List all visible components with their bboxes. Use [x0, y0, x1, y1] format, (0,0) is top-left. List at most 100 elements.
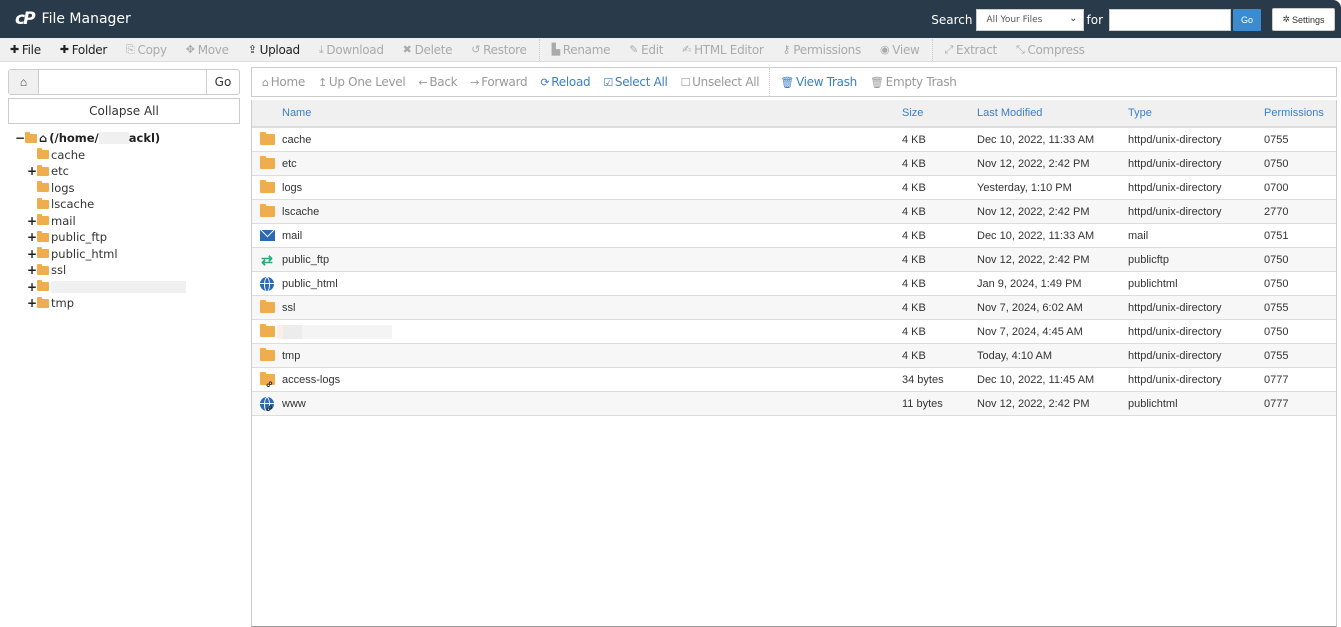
table-row[interactable]: ∞ www 11 bytes Nov 12, 2022, 2:42 PM publich… — [252, 391, 1336, 416]
toolbar-html-editor-button[interactable]: ✍ HTML Editor — [682, 43, 764, 57]
toolbar-button-label: Delete — [414, 42, 453, 57]
file-last-modified: Dec 10, 2022, 11:33 AM — [977, 223, 1128, 248]
toolbar-download-button[interactable]: ⤓ Download — [319, 43, 384, 57]
home-icon: ⌂ — [39, 131, 48, 146]
file-name[interactable]: tmp — [282, 343, 902, 368]
nav-home-button[interactable]: ⌂ Home — [262, 75, 305, 89]
path-input[interactable] — [39, 70, 206, 94]
directory-tree-pane: ⌂ Go Collapse All − ⌂ (/home/ ackl) cach… — [0, 62, 250, 627]
file-name[interactable]: ssl — [282, 295, 902, 320]
column-header-type[interactable]: Type — [1128, 100, 1264, 128]
toolbar-button-label: Move — [197, 42, 229, 57]
file-size: 4 KB — [902, 295, 977, 320]
expand-icon[interactable]: + — [27, 214, 37, 228]
file-last-modified: Nov 12, 2022, 2:42 PM — [977, 199, 1128, 224]
search-input[interactable] — [1109, 8, 1231, 31]
table-row[interactable]: ssl 4 KB Nov 7, 2024, 6:02 AM httpd/unix-di… — [252, 295, 1336, 320]
toolbar-file-button[interactable]: ✚ File — [10, 43, 41, 57]
toolbar-edit-button[interactable]: ✎ Edit — [629, 43, 663, 57]
toolbar-extract-button[interactable]: ⤢ Extract — [945, 43, 998, 57]
file-name[interactable]: access-logs — [282, 367, 902, 392]
collapse-icon[interactable]: − — [15, 131, 25, 145]
column-header-size[interactable]: Size — [902, 100, 977, 128]
file-name[interactable]: logs — [282, 175, 902, 200]
tree-item[interactable]: + public_ftp — [15, 229, 186, 246]
path-go-button[interactable]: Go — [206, 70, 239, 94]
toolbar-delete-button[interactable]: ✖ Delete — [403, 43, 453, 57]
expand-icon[interactable]: + — [27, 230, 37, 244]
file-icon-cell — [252, 343, 282, 368]
file-type: publichtml — [1128, 391, 1264, 416]
search-scope-select[interactable]: All Your Files ⌄ — [975, 8, 1084, 31]
file-icon-cell: ⇄ — [252, 247, 282, 272]
toolbar-upload-button[interactable]: ⇪ Upload — [248, 43, 300, 57]
expand-icon[interactable]: + — [27, 164, 37, 178]
nav-unselect-all-button[interactable]: ☐ Unselect All — [681, 75, 760, 89]
tree-item[interactable]: logs — [15, 180, 186, 197]
nav-empty-trash-button[interactable]: 🗑 Empty Trash — [870, 75, 957, 89]
tree-root-label: (/home/ — [49, 131, 99, 146]
tree-root[interactable]: − ⌂ (/home/ ackl) — [15, 130, 186, 147]
expand-icon[interactable]: + — [27, 280, 37, 294]
table-row[interactable]: public_html 4 KB Jan 9, 2024, 1:49 PM publi… — [252, 271, 1336, 296]
expand-icon[interactable]: + — [27, 247, 37, 261]
file-name[interactable]: cache — [282, 127, 902, 152]
toolbar-view-button[interactable]: ◉ View — [880, 43, 920, 57]
file-icon — [252, 128, 282, 151]
tree-item[interactable]: + public_html — [15, 246, 186, 263]
table-row[interactable]: mail 4 KB Dec 10, 2022, 11:33 AM mail 0751 — [252, 223, 1336, 248]
toolbar-rename-button[interactable]: ▙ Rename — [552, 43, 611, 57]
nav-reload-button[interactable]: ⟳ Reload — [540, 75, 590, 89]
toolbar-move-button[interactable]: ✥ Move — [186, 43, 229, 57]
tree-item[interactable]: + — [15, 279, 186, 296]
checkbox-checked-icon: ☑ — [603, 75, 613, 89]
settings-button[interactable]: ✲ Settings — [1272, 8, 1335, 31]
file-icon-cell — [252, 127, 282, 152]
file-name[interactable]: public_ftp — [282, 247, 902, 272]
file-name[interactable]: mail — [282, 223, 902, 248]
home-button[interactable]: ⌂ — [9, 70, 39, 94]
table-row[interactable]: etc 4 KB Nov 12, 2022, 2:42 PM httpd/unix-d… — [252, 151, 1336, 176]
column-header-name[interactable]: Name — [282, 100, 902, 128]
file-name[interactable] — [277, 319, 902, 344]
cpanel-logo-icon: cP — [15, 9, 35, 29]
table-row[interactable]: ⇄ public_ftp 4 KB Nov 12, 2022, 2:42 PM publ… — [252, 247, 1336, 272]
redacted-text — [98, 132, 129, 145]
expand-icon[interactable]: + — [27, 263, 37, 277]
column-header-last-modified[interactable]: Last Modified — [977, 100, 1128, 128]
table-row[interactable]: ∞ access-logs 34 bytes Dec 10, 2022, 11:45 … — [252, 367, 1336, 392]
table-row[interactable]: cache 4 KB Dec 10, 2022, 11:33 AM httpd/uni… — [252, 127, 1336, 152]
tree-item[interactable]: + tmp — [15, 295, 186, 312]
file-name[interactable]: etc — [282, 151, 902, 176]
table-row[interactable]: lscache 4 KB Nov 12, 2022, 2:42 PM httpd/un… — [252, 199, 1336, 224]
file-name[interactable]: www — [282, 391, 902, 416]
tree-item[interactable]: cache — [15, 147, 186, 164]
file-size: 4 KB — [902, 151, 977, 176]
tree-item[interactable]: + etc — [15, 163, 186, 180]
tree-item[interactable]: lscache — [15, 196, 186, 213]
collapse-all-button[interactable]: Collapse All — [8, 98, 240, 124]
column-header-permissions[interactable]: Permissions — [1264, 100, 1336, 128]
nav-up-one-level-button[interactable]: ↥ Up One Level — [318, 75, 406, 89]
toolbar-button-label: File — [21, 42, 41, 57]
toolbar-copy-button[interactable]: ⎘ Copy — [126, 43, 167, 57]
expand-icon[interactable]: + — [27, 296, 37, 310]
toolbar-restore-button[interactable]: ↺ Restore — [471, 43, 527, 57]
table-row[interactable]: logs 4 KB Yesterday, 1:10 PM httpd/unix-dir… — [252, 175, 1336, 200]
nav-back-button[interactable]: ← Back — [418, 75, 457, 89]
nav-forward-button[interactable]: → Forward — [470, 75, 527, 89]
tree-item-label: etc — [51, 164, 69, 179]
toolbar-permissions-button[interactable]: ⚷ Permissions — [783, 43, 862, 57]
nav-view-trash-button[interactable]: 🗑 View Trash — [780, 75, 857, 89]
folder-icon — [37, 197, 49, 209]
nav-select-all-button[interactable]: ☑ Select All — [603, 75, 668, 89]
toolbar-compress-button[interactable]: ⤡ Compress — [1016, 43, 1085, 57]
table-row[interactable]: tmp 4 KB Today, 4:10 AM httpd/unix-director… — [252, 343, 1336, 368]
tree-item[interactable]: + mail — [15, 213, 186, 230]
tree-item[interactable]: + ssl — [15, 262, 186, 279]
file-name[interactable]: lscache — [282, 199, 902, 224]
file-name[interactable]: public_html — [282, 271, 902, 296]
search-go-button[interactable]: Go — [1233, 8, 1261, 31]
table-row[interactable]: 4 KB Nov 7, 2024, 4:45 AM httpd/unix-direc… — [252, 319, 1336, 344]
toolbar-folder-button[interactable]: ✚ Folder — [60, 43, 108, 57]
